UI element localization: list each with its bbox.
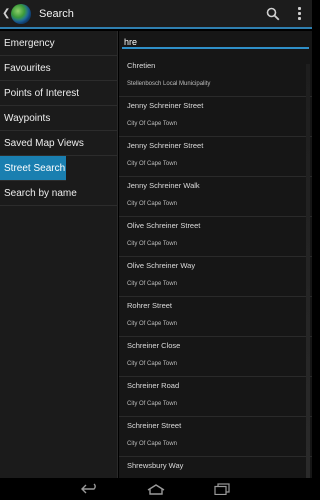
city-name: City Of Cape Town bbox=[127, 321, 177, 327]
back-chevron-icon[interactable]: ❮ bbox=[2, 8, 10, 19]
home-nav-icon[interactable] bbox=[145, 482, 167, 496]
list-item[interactable]: Schreiner Road City Of Cape Town bbox=[119, 377, 312, 417]
list-item[interactable]: Rohrer Street City Of Cape Town bbox=[119, 297, 312, 337]
street-name: Olive Schreiner Way bbox=[127, 261, 196, 270]
sidebar-item-emergency[interactable]: Emergency bbox=[0, 31, 117, 56]
list-item[interactable]: Jenny Schreiner Street City Of Cape Town bbox=[119, 97, 312, 137]
list-item[interactable]: Olive Schreiner Street City Of Cape Town bbox=[119, 217, 312, 257]
city-name: City Of Cape Town bbox=[127, 241, 177, 247]
sidebar-item-street-search[interactable]: Street Search bbox=[0, 156, 66, 181]
city-name: Stellenbosch Local Municipality bbox=[127, 81, 211, 87]
list-item[interactable]: Jenny Schreiner Street City Of Cape Town bbox=[119, 137, 312, 177]
sidebar-item-favourites[interactable]: Favourites bbox=[0, 56, 117, 81]
list-item[interactable]: Olive Schreiner Way City Of Cape Town bbox=[119, 257, 312, 297]
street-name: Rohrer Street bbox=[127, 301, 173, 310]
page-title: Search bbox=[39, 7, 74, 20]
action-bar: ❮ Search bbox=[0, 0, 312, 29]
list-item[interactable]: Shrewsbury Way bbox=[119, 457, 312, 478]
sidebar-item-saved-map-views[interactable]: Saved Map Views bbox=[0, 131, 117, 156]
globe-icon[interactable] bbox=[11, 3, 31, 24]
list-item[interactable]: Schreiner Close City Of Cape Town bbox=[119, 337, 312, 377]
street-name: Olive Schreiner Street bbox=[127, 221, 201, 230]
city-name: City Of Cape Town bbox=[127, 281, 177, 287]
sidebar: Emergency Favourites Points of Interest … bbox=[0, 31, 118, 478]
scrollbar[interactable] bbox=[306, 64, 310, 478]
list-item[interactable]: Schreiner Street City Of Cape Town bbox=[119, 417, 312, 457]
sidebar-item-search-by-name[interactable]: Search by name bbox=[0, 181, 117, 206]
search-input[interactable] bbox=[122, 34, 309, 50]
search-field-container bbox=[122, 32, 309, 50]
street-name: Shrewsbury Way bbox=[127, 461, 184, 470]
sidebar-item-waypoints[interactable]: Waypoints bbox=[0, 106, 117, 131]
results-panel: Chretien Stellenbosch Local Municipality… bbox=[119, 31, 312, 478]
street-name: Schreiner Close bbox=[127, 341, 181, 350]
city-name: City Of Cape Town bbox=[127, 361, 177, 367]
system-nav-bar bbox=[0, 478, 312, 500]
street-name: Chretien bbox=[127, 61, 156, 70]
street-name: Jenny Schreiner Street bbox=[127, 101, 204, 110]
street-name: Schreiner Street bbox=[127, 421, 182, 430]
overflow-menu-icon[interactable] bbox=[286, 0, 312, 28]
search-icon[interactable] bbox=[260, 0, 286, 28]
street-name: Jenny Schreiner Walk bbox=[127, 181, 200, 190]
city-name: City Of Cape Town bbox=[127, 201, 177, 207]
city-name: City Of Cape Town bbox=[127, 121, 177, 127]
city-name: City Of Cape Town bbox=[127, 161, 177, 167]
list-item[interactable]: Jenny Schreiner Walk City Of Cape Town bbox=[119, 177, 312, 217]
city-name: City Of Cape Town bbox=[127, 401, 177, 407]
recents-nav-icon[interactable] bbox=[211, 482, 233, 496]
street-name: Jenny Schreiner Street bbox=[127, 141, 204, 150]
results-list[interactable]: Chretien Stellenbosch Local Municipality… bbox=[119, 57, 312, 478]
city-name: City Of Cape Town bbox=[127, 441, 177, 447]
sidebar-item-points-of-interest[interactable]: Points of Interest bbox=[0, 81, 117, 106]
back-nav-icon[interactable] bbox=[79, 482, 101, 496]
list-item[interactable]: Chretien Stellenbosch Local Municipality bbox=[119, 57, 312, 97]
street-name: Schreiner Road bbox=[127, 381, 180, 390]
